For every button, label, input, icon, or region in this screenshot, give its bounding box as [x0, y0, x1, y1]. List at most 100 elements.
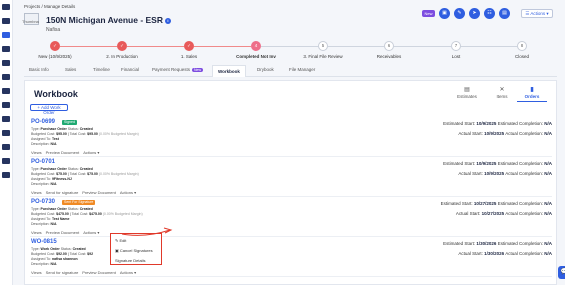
- work-order-row: PO-0699 Signed Type: Purchase Order Status…: [30, 119, 552, 157]
- pencil-icon: ✎: [115, 238, 119, 243]
- status-label: Status:: [60, 247, 72, 251]
- menu-item-cancel-signatures[interactable]: ▣ Cancel Signatures: [115, 248, 153, 253]
- order-action-link[interactable]: Actions ▾: [120, 190, 136, 195]
- order-action-link[interactable]: Actions ▾: [83, 230, 99, 235]
- tab-label: Workbook: [218, 69, 240, 74]
- order-action-link[interactable]: Preview Document: [82, 270, 116, 275]
- act-start-label: Actual Start:: [458, 171, 483, 176]
- step-marker[interactable]: ✓: [50, 41, 60, 51]
- view-tab-items[interactable]: ✕ Items: [487, 87, 517, 99]
- order-action-link[interactable]: Preview Document: [46, 150, 80, 155]
- clipboard-button[interactable]: ▤: [499, 8, 510, 19]
- order-action-link[interactable]: Views: [31, 150, 42, 155]
- nav-phone-icon[interactable]: [2, 88, 10, 94]
- view-tab-label: Items: [496, 94, 508, 99]
- step-connector: [261, 46, 318, 47]
- tab-sales[interactable]: Sales: [65, 67, 76, 72]
- edit-icon: ✎: [457, 10, 462, 16]
- estimated-dates: Estimated Start: 10/9/2025 Estimated Com…: [443, 121, 552, 126]
- users-button[interactable]: ☷: [484, 8, 495, 19]
- order-actions: Views Send for signature Preview Document A…: [31, 270, 140, 275]
- tab-label: Financial: [121, 67, 140, 72]
- step-marker[interactable]: 4: [251, 41, 261, 51]
- nav-settings-icon[interactable]: [2, 18, 10, 24]
- nav-documents-icon[interactable]: [2, 130, 10, 136]
- view-tab-estimates[interactable]: ▤ Estimates: [452, 87, 482, 99]
- tab-workbook[interactable]: Workbook: [212, 65, 246, 77]
- total-cost: $92: [87, 252, 94, 256]
- type-label: Type:: [31, 247, 40, 251]
- budgeted-cost: $475.00: [56, 212, 69, 216]
- step-marker[interactable]: 7: [451, 41, 461, 51]
- step-marker[interactable]: 6: [384, 41, 394, 51]
- order-action-link[interactable]: Send for signature: [46, 270, 79, 275]
- nav-arrow-icon[interactable]: [2, 4, 10, 10]
- nav-calendar-icon[interactable]: [2, 60, 10, 66]
- send-button[interactable]: ➤: [469, 8, 480, 19]
- order-number-link[interactable]: PO-0699: [31, 119, 55, 125]
- step-marker[interactable]: 8: [517, 41, 527, 51]
- est-start-value: 1/30/2026: [476, 241, 497, 246]
- new-badge: New: [422, 10, 435, 17]
- chat-widget-button[interactable]: 💬: [558, 266, 565, 279]
- order-action-link[interactable]: Preview Document: [82, 190, 116, 195]
- order-type-line: Type: Purchase Order Status: Created: [31, 127, 93, 131]
- act-start-value: 10/9/2025: [484, 131, 505, 136]
- actions-dropdown-button[interactable]: ☰ Actions ▾: [521, 9, 553, 18]
- order-cost-line: Budgeted Cost: $475.00 | Total Cost: $47…: [31, 212, 143, 216]
- est-start-value: 10/9/2025: [476, 161, 497, 166]
- folder-button[interactable]: ▣: [439, 8, 450, 19]
- workbook-title: Workbook: [34, 89, 78, 99]
- status-label: Status:: [67, 207, 79, 211]
- step-marker[interactable]: 5: [318, 41, 328, 51]
- order-number-link[interactable]: PO-0701: [31, 159, 55, 165]
- order-action-link[interactable]: Actions ▾: [83, 150, 99, 155]
- view-tab-orders[interactable]: ▮ Orders: [517, 87, 547, 102]
- edit-button[interactable]: ✎: [454, 8, 465, 19]
- info-icon[interactable]: i: [164, 18, 171, 24]
- nav-projects-icon[interactable]: [2, 32, 10, 38]
- tab-drybook[interactable]: Drybook: [257, 67, 274, 72]
- order-action-link[interactable]: Actions ▾: [120, 270, 136, 275]
- order-action-link[interactable]: Send for signature: [46, 190, 79, 195]
- actual-dates: Actual Start: 10/9/2025 Actual Completio…: [458, 171, 552, 176]
- nav-chat-icon[interactable]: [2, 172, 10, 178]
- act-start-label: Actual Start:: [458, 251, 483, 256]
- budgeted-label: Budgeted Cost:: [31, 252, 56, 256]
- orders-icon: ▮: [530, 87, 534, 93]
- order-description-line: Description: N/A: [31, 182, 57, 186]
- order-action-link[interactable]: Views: [31, 270, 42, 275]
- tab-timeline[interactable]: Timeline: [93, 67, 110, 72]
- act-start-label: Actual Start:: [458, 131, 483, 136]
- tab-financial[interactable]: Financial: [121, 67, 139, 72]
- est-completion-value: N/A: [544, 161, 552, 166]
- order-action-link[interactable]: Views: [31, 230, 42, 235]
- budgeted-margin: (0.00% Budgeted Margin): [98, 172, 139, 176]
- step-marker[interactable]: ✓: [117, 41, 127, 51]
- project-title-text: 150N Michigan Avenue - ESR: [46, 15, 163, 25]
- nav-reports-icon[interactable]: [2, 102, 10, 108]
- order-type-line: Type: Purchase Order Status: Created: [31, 167, 93, 171]
- tab-basic-info[interactable]: Basic Info: [29, 67, 49, 72]
- order-action-link[interactable]: Views: [31, 190, 42, 195]
- order-number-link[interactable]: PO-0730: [31, 199, 55, 205]
- step-marker[interactable]: ✓: [184, 41, 194, 51]
- order-number-link[interactable]: WO-0815: [31, 239, 57, 245]
- tab-payment-requests[interactable]: Payment Requests New: [152, 67, 204, 72]
- new-badge: New: [192, 68, 204, 72]
- act-completion-label: Actual Completion:: [505, 171, 543, 176]
- breadcrumb[interactable]: Projects / Manage Details: [24, 4, 75, 9]
- tab-label: Sales: [65, 67, 77, 72]
- est-completion-label: Estimated Completion:: [497, 121, 543, 126]
- nav-marketing-icon[interactable]: [2, 116, 10, 122]
- tab-file-manager[interactable]: File Manager: [289, 67, 315, 72]
- order-status: Created: [79, 127, 93, 131]
- nav-admin-icon[interactable]: [2, 158, 10, 164]
- menu-item-signature-details[interactable]: Signature Details: [115, 258, 145, 263]
- nav-contacts-icon[interactable]: [2, 46, 10, 52]
- nav-team-icon[interactable]: [2, 74, 10, 80]
- add-work-order-button[interactable]: + Add Work Order: [30, 104, 68, 115]
- nav-users-icon[interactable]: [2, 144, 10, 150]
- menu-item-edit[interactable]: ✎ Edit: [115, 238, 126, 243]
- order-action-link[interactable]: Preview Document: [46, 230, 80, 235]
